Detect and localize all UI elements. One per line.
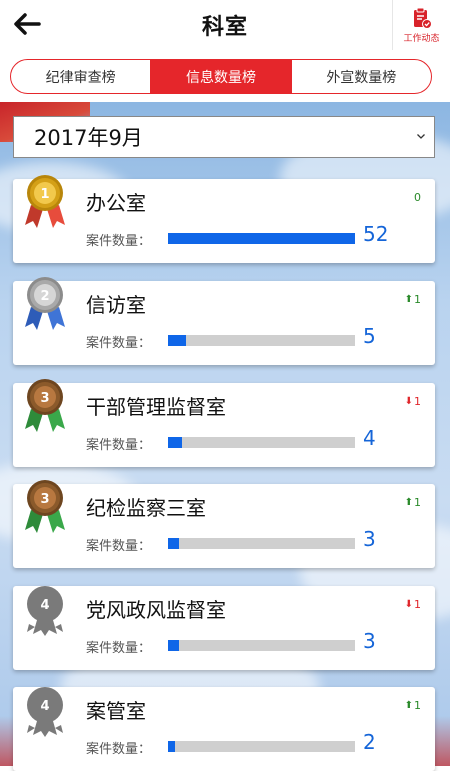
rank-medal-icon: 1 (25, 175, 65, 228)
rank-medal-icon: 3 (25, 379, 65, 432)
clipboard-check-icon (413, 7, 432, 29)
tab-info-count[interactable]: 信息数量榜 (151, 60, 292, 93)
case-count-label: 案件数量： (86, 539, 152, 554)
trend-down-icon: ⬇ (404, 599, 413, 610)
chevron-down-icon (417, 134, 425, 139)
case-count-value: 4 (363, 426, 376, 450)
svg-text:3: 3 (40, 391, 49, 406)
rank-change-value: 1 (414, 395, 421, 408)
rank-medal-icon: 2 (25, 277, 65, 330)
rank-number: 4 (40, 598, 49, 613)
case-count-bar (168, 437, 355, 448)
case-count-bar (168, 741, 355, 752)
ranking-card[interactable]: 4 案管室 ⬆ 1 案件数量： 2 (13, 687, 435, 771)
back-button[interactable] (12, 9, 42, 39)
trend-up-icon: ⬆ (404, 700, 413, 711)
rank-change: ⬆ 1 (405, 496, 421, 509)
case-count-bar-fill (168, 640, 179, 651)
case-count-label: 案件数量： (86, 234, 152, 249)
rank-change: ⬆ 1 (405, 293, 421, 306)
rank-change-value: 1 (414, 699, 421, 712)
case-count-bar (168, 335, 355, 346)
case-count-bar-fill (168, 437, 183, 448)
case-count-label: 案件数量： (86, 641, 152, 656)
case-count-value: 5 (363, 324, 376, 348)
rank-change: 0 (414, 191, 421, 204)
trend-up-icon: ⬆ (404, 294, 413, 305)
department-name: 党风政风监督室 (86, 598, 226, 622)
month-select-value: 2017年9月 (34, 126, 143, 150)
rank-medal-icon: 4 (27, 687, 63, 737)
case-count-bar-fill (168, 538, 179, 549)
rank-change-value: 1 (414, 496, 421, 509)
rank-change-value: 1 (414, 293, 421, 306)
case-count-label: 案件数量： (86, 742, 152, 757)
case-count-value: 3 (363, 629, 376, 653)
rank-change: ⬇ 1 (405, 395, 421, 408)
rank-change-value: 0 (414, 191, 421, 204)
tab-discipline-review[interactable]: 纪律审查榜 (11, 60, 152, 93)
case-count-bar-fill (168, 233, 355, 244)
case-count-label: 案件数量： (86, 336, 152, 351)
svg-text:2: 2 (40, 289, 49, 304)
rank-change-value: 1 (414, 598, 421, 611)
rank-change: ⬇ 1 (405, 598, 421, 611)
trend-down-icon: ⬇ (404, 396, 413, 407)
ranking-card[interactable]: 2 信访室 ⬆ 1 案件数量： 5 (13, 277, 435, 365)
ranking-card[interactable]: 3 干部管理监督室 ⬇ 1 案件数量： 4 (13, 379, 435, 467)
rank-change: ⬆ 1 (405, 699, 421, 712)
rank-number: 4 (40, 699, 49, 714)
department-name: 信访室 (86, 293, 146, 317)
department-name: 案管室 (86, 699, 146, 723)
tab-publicity-count[interactable]: 外宣数量榜 (292, 60, 431, 93)
rank-medal-icon: 4 (27, 586, 63, 636)
ranking-card[interactable]: 4 党风政风监督室 ⬇ 1 案件数量： 3 (13, 586, 435, 670)
trend-up-icon: ⬆ (404, 497, 413, 508)
case-count-bar (168, 233, 355, 244)
app-header: 科室 工作动态 (0, 0, 450, 50)
case-count-value: 3 (363, 527, 376, 551)
page-title: 科室 (201, 15, 248, 40)
case-count-bar (168, 538, 355, 549)
svg-text:1: 1 (40, 187, 49, 202)
case-count-value: 2 (363, 730, 376, 754)
case-count-value: 52 (363, 222, 389, 246)
rank-medal-icon: 3 (25, 480, 65, 533)
ranking-card[interactable]: 3 纪检监察三室 ⬆ 1 案件数量： 3 (13, 480, 435, 568)
work-updates-button[interactable]: 工作动态 (392, 0, 450, 50)
department-name: 纪检监察三室 (86, 496, 206, 520)
ranking-tabs: 纪律审查榜 信息数量榜 外宣数量榜 (10, 59, 432, 94)
work-updates-label: 工作动态 (403, 33, 440, 44)
department-name: 办公室 (86, 191, 146, 215)
svg-text:3: 3 (40, 492, 49, 507)
ranking-card[interactable]: 1 办公室 0 案件数量： 52 (13, 175, 435, 263)
month-select[interactable]: 2017年9月 (13, 116, 435, 158)
department-name: 干部管理监督室 (86, 395, 226, 419)
case-count-label: 案件数量： (86, 438, 152, 453)
case-count-bar-fill (168, 335, 186, 346)
back-arrow-icon (14, 13, 41, 35)
case-count-bar (168, 640, 355, 651)
case-count-bar-fill (168, 741, 176, 752)
